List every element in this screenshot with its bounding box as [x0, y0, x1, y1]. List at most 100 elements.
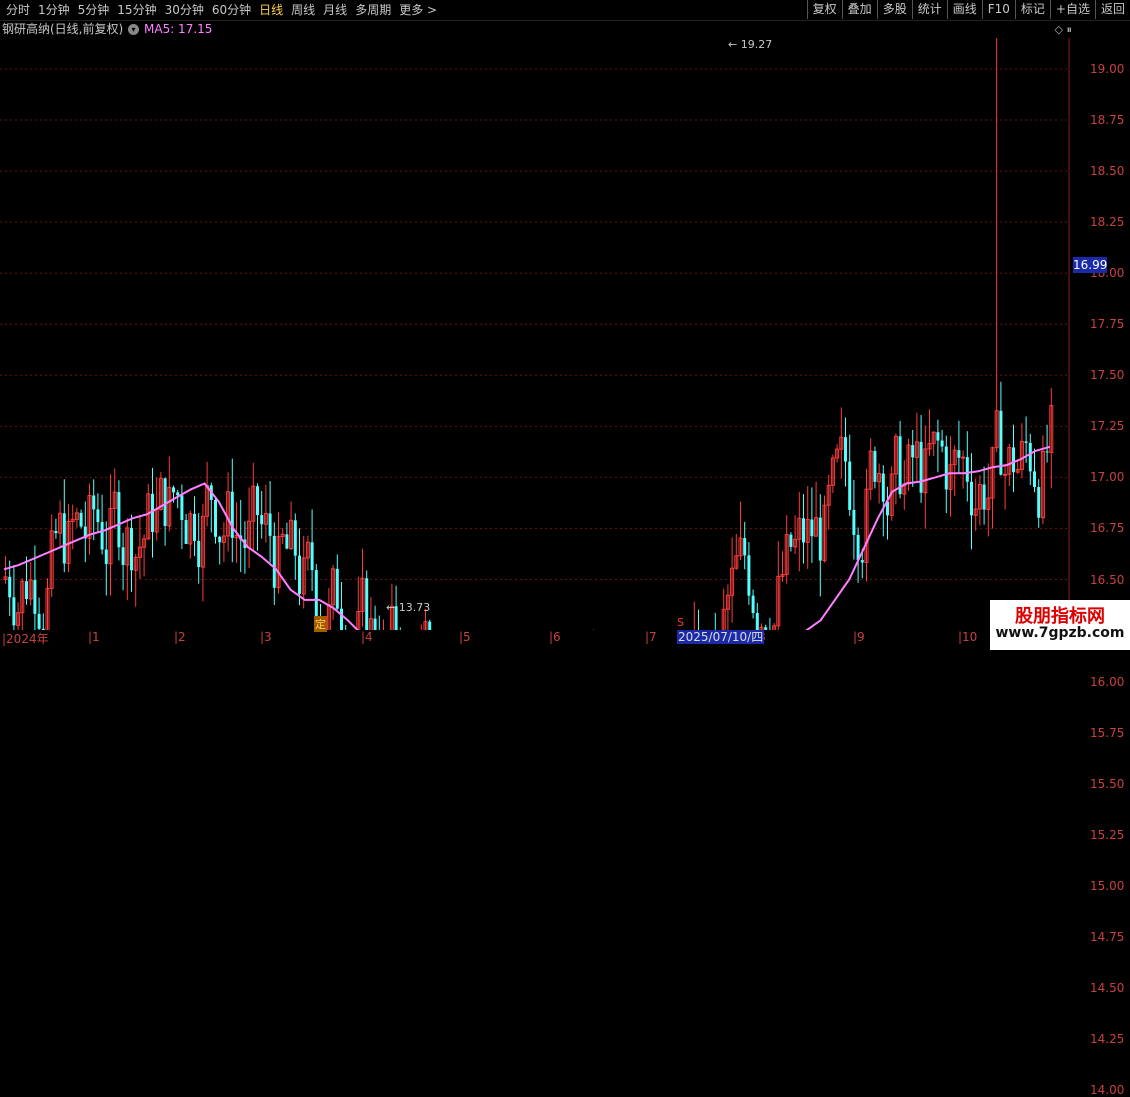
candle-body — [944, 446, 948, 490]
watermark-url: www.7gpzb.com — [995, 625, 1125, 641]
candle-body — [818, 517, 822, 561]
candle-body — [1033, 471, 1036, 488]
tab-period-0[interactable]: 分时 — [2, 0, 34, 20]
tab-period-2[interactable]: 5分钟 — [74, 0, 114, 20]
candle-body — [117, 492, 121, 548]
current-price-tag: 16.99 — [1073, 257, 1108, 273]
tool-button-4[interactable]: 画线 — [946, 0, 982, 19]
y-tick-label: 15.00 — [1090, 878, 1125, 893]
stock-title: 钢研高纳(日线,前复权) — [2, 22, 124, 36]
candle-body — [844, 437, 847, 462]
candle-body — [130, 527, 133, 571]
candle-body — [92, 495, 96, 510]
tab-period-6[interactable]: 日线 — [255, 0, 287, 20]
y-tick-label: 17.50 — [1090, 368, 1125, 383]
candle-body — [79, 512, 83, 527]
candle-body — [982, 484, 986, 510]
candle-body — [802, 518, 805, 543]
candle-body — [260, 515, 264, 525]
tab-period-4[interactable]: 30分钟 — [161, 0, 208, 20]
candle-body — [25, 581, 28, 599]
candle-body — [961, 456, 966, 459]
tab-period-8[interactable]: 月线 — [319, 0, 351, 20]
candle-body — [940, 440, 944, 447]
candle-body — [1037, 487, 1041, 518]
y-tick-label: 16.00 — [1090, 674, 1125, 689]
candle-body — [751, 595, 755, 614]
candle-body — [12, 597, 16, 626]
low-price-label: ← 13.73 — [386, 601, 431, 614]
candle-body — [33, 579, 37, 614]
y-tick-label: 14.50 — [1090, 980, 1125, 995]
tab-period-10[interactable]: 更多 > — [395, 0, 441, 20]
ding-marker[interactable]: 定 — [314, 616, 327, 632]
x-tick-label: |2 — [174, 630, 186, 644]
candle-body — [8, 576, 12, 598]
y-tick-label: 16.75 — [1090, 521, 1125, 536]
tab-period-5[interactable]: 60分钟 — [208, 0, 255, 20]
candle-body — [180, 495, 184, 521]
candle-body — [285, 534, 289, 549]
kline-chart[interactable] — [0, 38, 1070, 630]
candle-body — [218, 536, 222, 543]
tool-button-3[interactable]: 统计 — [911, 0, 947, 19]
tab-period-7[interactable]: 周线 — [287, 0, 319, 20]
candle-body — [936, 432, 940, 441]
candle-body — [197, 540, 201, 568]
diamond-icon[interactable]: ◇ — [1055, 23, 1063, 36]
candle-body — [256, 486, 259, 516]
tab-period-1[interactable]: 1分钟 — [34, 0, 74, 20]
ma-indicator-label: MA5: 17.15 — [144, 22, 213, 36]
candle-body — [881, 473, 885, 502]
x-tick-label: |5 — [459, 630, 471, 644]
candle-body — [230, 491, 234, 538]
tool-button-2[interactable]: 多股 — [876, 0, 912, 19]
tool-button-5[interactable]: F10 — [981, 0, 1015, 19]
tab-period-3[interactable]: 15分钟 — [113, 0, 160, 20]
y-tick-label: 14.75 — [1090, 929, 1125, 944]
y-tick-label: 19.00 — [1090, 62, 1125, 76]
candle-body — [365, 578, 369, 630]
y-tick-label: 18.75 — [1090, 113, 1125, 128]
tool-button-1[interactable]: 叠加 — [841, 0, 877, 19]
y-tick-label: 17.25 — [1090, 419, 1125, 434]
candle-body — [214, 500, 217, 537]
chevron-down-icon[interactable]: ▾ — [128, 24, 139, 35]
candle-body — [298, 555, 301, 594]
x-tick-label: |3 — [260, 630, 272, 644]
candle-body — [1024, 441, 1028, 443]
date-axis: |2024年|1|2|3|4|5|6|7|8|9|10 — [0, 630, 1070, 650]
watermark: 股朋指标网 www.7gpzb.com — [990, 600, 1130, 650]
candle-body — [1028, 442, 1032, 472]
candle-body — [373, 618, 377, 630]
x-tick-label: |1 — [88, 630, 100, 644]
candle-body — [184, 520, 188, 544]
tab-period-9[interactable]: 多周期 — [351, 0, 395, 20]
candle-body — [919, 441, 923, 493]
period-tabs: 分时 1分钟 5分钟 15分钟 30分钟 60分钟 日线 周线 月线 多周期 更多 > — [2, 0, 441, 20]
high-price-value: 19.27 — [740, 38, 773, 51]
candle-body — [272, 535, 276, 588]
candle-body — [293, 520, 297, 556]
candle-body — [810, 519, 814, 537]
y-tick-label: 15.25 — [1090, 827, 1125, 842]
y-tick-label: 14.00 — [1090, 1083, 1125, 1097]
y-tick-label: 16.50 — [1090, 572, 1125, 587]
candle-body — [755, 613, 759, 630]
candle-body — [911, 445, 915, 458]
candle-body — [96, 509, 100, 523]
candle-body — [340, 608, 343, 630]
selected-date: 2025/07/10/四 — [677, 630, 765, 644]
candle-body — [965, 457, 969, 482]
price-axis: 19.00 18.75 18.50 18.25 18.00 17.75 17.50 17.25… — [1070, 0, 1130, 1097]
candle-body — [54, 530, 58, 534]
candle-body — [104, 549, 108, 564]
tool-button-0[interactable]: 复权 — [806, 0, 842, 19]
tool-button-6[interactable]: 标记 — [1014, 0, 1050, 19]
candle-body — [335, 568, 339, 609]
s-marker[interactable]: S — [677, 616, 684, 629]
candle-body — [314, 570, 318, 619]
candle-body — [193, 513, 196, 541]
candle-body — [860, 560, 864, 563]
candle-body — [172, 487, 175, 493]
